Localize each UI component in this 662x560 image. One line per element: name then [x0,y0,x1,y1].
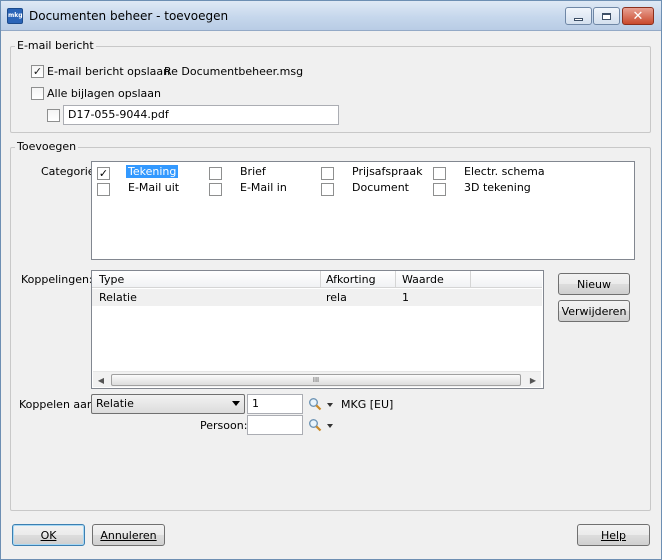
column-header-value[interactable]: Waarde [402,273,444,286]
column-separator[interactable] [470,271,471,288]
new-button[interactable]: Nieuw [558,273,630,295]
person-field[interactable] [247,415,303,435]
category-label: Categorie: [41,165,99,178]
help-button-label: Help [600,528,627,542]
email-group-legend: E-mail bericht [15,39,96,52]
links-label: Koppelingen: [21,273,93,286]
cell-abbr: rela [326,291,347,304]
category-checkbox-document[interactable] [321,183,334,196]
app-icon: mkg [7,8,23,24]
window-title: Documenten beheer - toevoegen [29,9,229,23]
add-group-legend: Toevoegen [15,140,79,153]
title-bar[interactable]: mkg Documenten beheer - toevoegen ✕ [1,1,661,31]
person-label: Persoon: [200,419,248,432]
search-icon[interactable] [308,418,322,432]
cell-value: 1 [402,291,409,304]
ok-button-label: OK [40,528,57,542]
category-list[interactable]: ✓ Tekening Brief Prijsafspraak Electr. s… [91,161,635,260]
column-header-type[interactable]: Type [99,273,124,286]
links-grid[interactable]: Type Afkorting Waarde Relatie rela 1 ◀ I… [91,270,544,389]
category-checkbox-electr-schema[interactable] [433,167,446,180]
column-header-abbr[interactable]: Afkorting [326,273,376,286]
link-type-select[interactable]: Relatie [91,394,245,414]
horizontal-scrollbar[interactable]: ◀ III ▶ [93,371,541,387]
ok-button[interactable]: OK [12,524,85,546]
minimize-button[interactable] [565,7,592,25]
link-number-field[interactable]: 1 [247,394,303,414]
category-label-brief[interactable]: Brief [238,165,268,178]
save-message-label: E-mail bericht opslaan [47,65,171,78]
scroll-thumb[interactable]: III [111,374,521,386]
close-icon: ✕ [632,8,644,24]
category-label-3d-tekening[interactable]: 3D tekening [462,181,533,194]
dropdown-arrow-icon[interactable] [327,403,333,407]
dialog-window: mkg Documenten beheer - toevoegen ✕ E-ma… [0,0,662,560]
column-separator[interactable] [395,271,396,288]
checkmark-icon: ✓ [32,65,43,78]
save-attachments-checkbox[interactable] [31,87,44,100]
column-separator[interactable] [320,271,321,288]
maximize-icon [602,12,611,20]
link-company-text: MKG [EU] [341,398,394,411]
category-checkbox-tekening[interactable]: ✓ [97,167,110,180]
save-message-checkbox[interactable]: ✓ [31,65,44,78]
links-grid-header: Type Afkorting Waarde [92,271,542,288]
category-checkbox-prijsafspraak[interactable] [321,167,334,180]
cell-type: Relatie [99,291,137,304]
cancel-button-label: Annuleren [100,528,157,542]
category-checkbox-brief[interactable] [209,167,222,180]
dropdown-arrow-icon[interactable] [327,424,333,428]
category-checkbox-email-uit[interactable] [97,183,110,196]
scroll-grip-icon: III [312,376,320,384]
maximize-button[interactable] [593,7,620,25]
scroll-left-icon[interactable]: ◀ [94,373,108,387]
attachment-checkbox[interactable] [47,109,60,122]
minimize-icon [574,17,583,21]
help-button[interactable]: Help [577,524,650,546]
scroll-right-icon[interactable]: ▶ [526,373,540,387]
category-checkbox-3d-tekening[interactable] [433,183,446,196]
category-label-tekening[interactable]: Tekening [126,165,179,178]
remove-button[interactable]: Verwijderen [558,300,630,322]
chevron-down-icon [232,401,240,406]
link-to-label: Koppelen aan: [19,398,98,411]
category-label-electr-schema[interactable]: Electr. schema [462,165,547,178]
cancel-button[interactable]: Annuleren [92,524,165,546]
close-button[interactable]: ✕ [622,7,654,25]
table-row[interactable]: Relatie rela 1 [92,289,542,306]
attachment-filename-field[interactable]: D17-055-9044.pdf [63,105,339,125]
category-label-prijsafspraak[interactable]: Prijsafspraak [350,165,425,178]
category-label-email-uit[interactable]: E-Mail uit [126,181,181,194]
save-attachments-label: Alle bijlagen opslaan [47,87,161,100]
message-filename: Re Documentbeheer.msg [164,65,304,78]
search-icon[interactable] [308,397,322,411]
category-label-email-in[interactable]: E-Mail in [238,181,289,194]
category-label-document[interactable]: Document [350,181,411,194]
checkmark-icon: ✓ [98,167,109,180]
link-type-value: Relatie [96,397,134,410]
category-checkbox-email-in[interactable] [209,183,222,196]
